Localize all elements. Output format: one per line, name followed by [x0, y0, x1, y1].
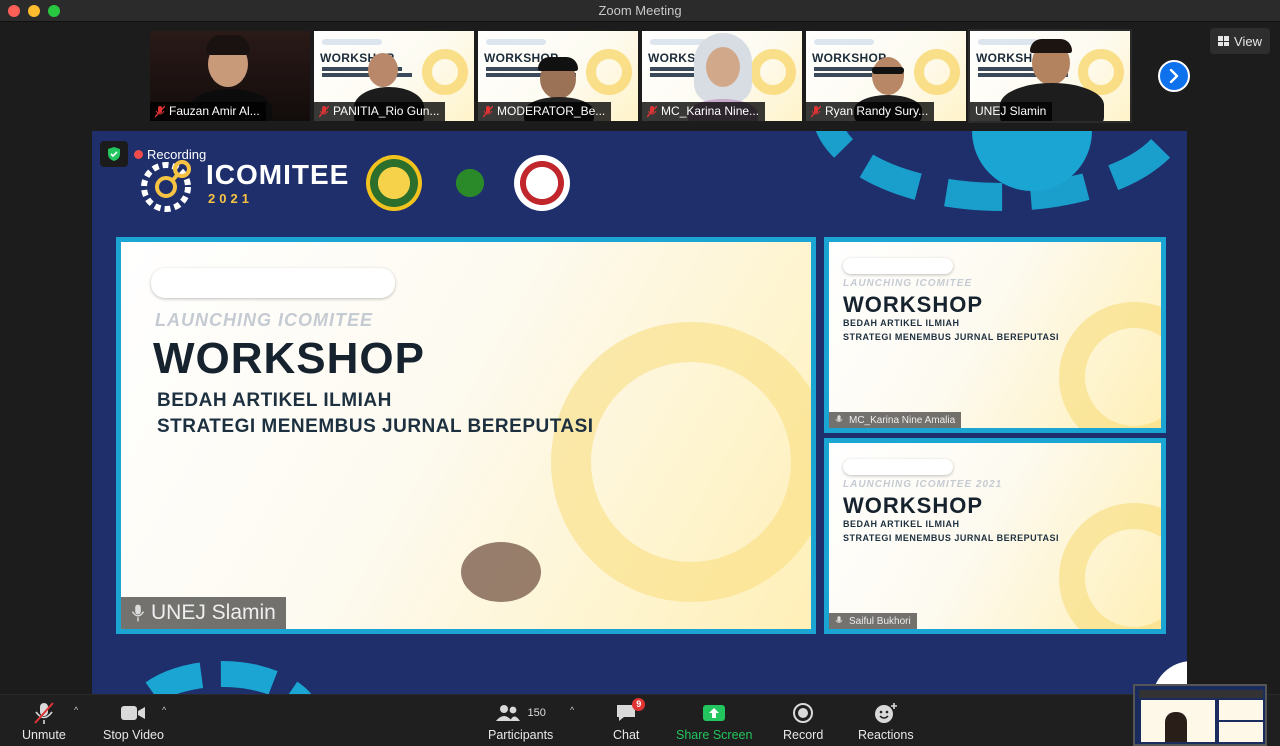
participant-thumbnail[interactable]: WORKSHOP PANITIA_Rio Gun... [314, 31, 474, 121]
grid-view-icon [1218, 36, 1230, 46]
shared-screen: ICOMITEE 2021 LAUNCHING ICOMITEE WORKSHO… [92, 131, 1187, 694]
speaker-name-tag: MC_Karina Nine Amalia [829, 412, 962, 428]
participant-thumbnail[interactable]: WORKSHOP Ryan Randy Sury... [806, 31, 966, 121]
meeting-toolbar: Unmute ^ Stop Video ^ 150 Participants ^… [0, 694, 1280, 746]
participant-thumbnail[interactable]: WORKSHOP MC_Karina Nine... [642, 31, 802, 121]
mic-icon [131, 604, 145, 622]
muted-mic-icon [155, 105, 165, 117]
speaker-name-tag: UNEJ Slamin [121, 597, 286, 629]
muted-microphone-icon [34, 702, 54, 724]
main-speaker-video[interactable]: LAUNCHING ICOMITEE WORKSHOP BEDAH ARTIKE… [116, 237, 816, 634]
audio-options-caret-icon[interactable]: ^ [74, 705, 78, 715]
recording-indicator[interactable]: Recording [100, 141, 206, 167]
participant-thumbnail[interactable]: WORKSHOP MODERATOR_Be... [478, 31, 638, 121]
side-speaker-video[interactable]: LAUNCHING ICOMITEE 2021 WORKSHOP BEDAH A… [824, 438, 1166, 634]
speaker-name-tag: Saiful Bukhori [829, 613, 917, 629]
institution-logo [514, 155, 570, 211]
chat-button[interactable]: 9 Chat [613, 698, 646, 742]
participants-icon [496, 705, 521, 721]
event-year: 2021 [208, 191, 253, 206]
participants-options-caret-icon[interactable]: ^ [570, 705, 574, 715]
video-options-caret-icon[interactable]: ^ [162, 705, 166, 715]
university-logo [366, 155, 422, 211]
window-title: Zoom Meeting [598, 3, 682, 18]
chevron-right-icon [1169, 69, 1179, 83]
video-camera-icon [121, 706, 146, 720]
recording-status: Recording [134, 147, 206, 162]
participants-count: 150 [527, 707, 546, 719]
unmute-button[interactable]: Unmute [22, 701, 66, 742]
participant-thumbnail-active-speaker[interactable]: WORKSHOP UNEJ Slamin [968, 29, 1132, 123]
chat-unread-badge: 9 [632, 698, 646, 711]
participant-name-tag: MC_Karina Nine... [642, 102, 766, 121]
share-screen-icon [703, 705, 726, 721]
stop-video-button[interactable]: Stop Video [103, 701, 164, 742]
view-button[interactable]: View [1210, 28, 1270, 54]
record-icon [793, 703, 814, 723]
security-shield-icon[interactable] [100, 141, 128, 167]
participant-name-tag: Fauzan Amir Al... [150, 102, 266, 121]
participants-button[interactable]: 150 Participants [488, 701, 553, 742]
muted-mic-icon [319, 105, 329, 117]
partner-logo [442, 155, 498, 211]
mic-icon [835, 616, 843, 623]
record-button[interactable]: Record [783, 701, 823, 742]
event-name: ICOMITEE [206, 159, 350, 190]
muted-mic-icon [647, 105, 657, 117]
self-view-video[interactable] [1133, 684, 1267, 746]
reactions-smiley-icon [874, 703, 897, 723]
recording-dot-icon [134, 149, 143, 159]
participant-name-tag: MODERATOR_Be... [478, 102, 612, 121]
participant-name-tag: Ryan Randy Sury... [806, 102, 935, 121]
share-screen-button[interactable]: Share Screen [676, 701, 752, 742]
participant-thumbnail[interactable]: Fauzan Amir Al... [150, 31, 310, 121]
mic-icon [835, 415, 843, 422]
meeting-area: Fauzan Amir Al... WORKSHOP PANITIA_Rio G… [0, 22, 1280, 694]
participant-name-tag: PANITIA_Rio Gun... [314, 102, 446, 121]
participant-name-tag: UNEJ Slamin [970, 102, 1053, 121]
muted-mic-icon [483, 105, 493, 117]
next-page-button[interactable] [1158, 60, 1190, 92]
title-bar: Zoom Meeting [0, 0, 1280, 22]
muted-mic-icon [811, 105, 821, 117]
reactions-button[interactable]: Reactions [858, 701, 914, 742]
side-speaker-video[interactable]: LAUNCHING ICOMITEE WORKSHOP BEDAH ARTIKE… [824, 237, 1166, 433]
